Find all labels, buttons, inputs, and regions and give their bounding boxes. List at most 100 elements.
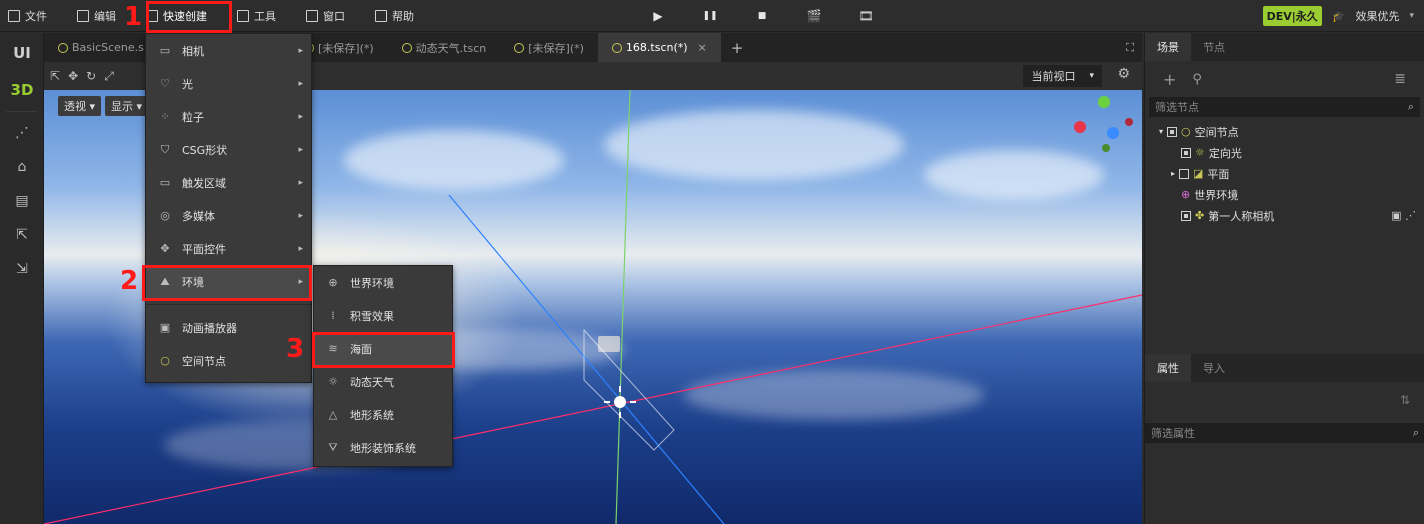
film-icon: ▣ bbox=[159, 321, 171, 334]
menu-item-light[interactable]: ♡ 光 ▸ bbox=[146, 67, 311, 100]
fullscreen-icon[interactable]: ⛶ bbox=[1126, 41, 1142, 55]
3d-mode-button[interactable]: 3D bbox=[0, 73, 44, 107]
tab-dynamic-weather[interactable]: 动态天气.tscn bbox=[388, 33, 501, 62]
dev-badge[interactable]: DEV|永久 bbox=[1262, 6, 1322, 26]
export-icon[interactable]: ⇱ bbox=[0, 218, 44, 252]
light-gizmo[interactable] bbox=[614, 396, 626, 408]
menu-edit[interactable]: 编辑 bbox=[69, 0, 124, 32]
perspective-button[interactable]: 透视 ▾ bbox=[58, 96, 102, 116]
menu-tools[interactable]: 工具 bbox=[229, 0, 284, 32]
select-icon[interactable]: ⇱ bbox=[50, 69, 60, 83]
tab-import[interactable]: 导入 bbox=[1191, 354, 1237, 382]
play-scene-button[interactable]: 🎬 bbox=[788, 0, 840, 32]
close-icon[interactable]: × bbox=[698, 41, 707, 54]
tab-label: 168.tscn(*) bbox=[625, 41, 688, 54]
submenu-item-snow[interactable]: ⁞ 积雪效果 bbox=[314, 299, 452, 332]
search-icon[interactable]: ⌕ bbox=[1408, 100, 1414, 114]
menu-file[interactable]: 文件 bbox=[0, 0, 55, 32]
menu-item-environment[interactable]: ⛰ 环境 ▸ bbox=[146, 265, 311, 298]
menu-window[interactable]: 窗口 bbox=[298, 0, 353, 32]
neg-x-gizmo[interactable] bbox=[1125, 118, 1133, 126]
tree-item-directional-light[interactable]: ☼ 定向光 bbox=[1145, 142, 1424, 163]
property-filter[interactable]: 筛选属性 ⌕ bbox=[1145, 423, 1424, 443]
tab-scene[interactable]: 场景 bbox=[1145, 33, 1191, 61]
z-axis-gizmo[interactable] bbox=[1107, 127, 1119, 139]
menu-item-particles[interactable]: ⁘ 粒子 ▸ bbox=[146, 100, 311, 133]
submenu-item-label: 世界环境 bbox=[350, 276, 394, 290]
submenu-item-dynamic-weather[interactable]: ☼ 动态天气 bbox=[314, 365, 452, 398]
visibility-checkbox[interactable] bbox=[1181, 210, 1191, 221]
move-icon[interactable]: ✥ bbox=[68, 69, 78, 83]
chevron-down-icon: ▾ bbox=[1089, 71, 1094, 81]
scale-icon[interactable]: ⤢ bbox=[104, 69, 114, 84]
quality-select[interactable]: 效果优先 bbox=[1355, 8, 1399, 24]
menu-item-label: CSG形状 bbox=[182, 143, 228, 157]
visibility-checkbox[interactable] bbox=[1181, 147, 1191, 158]
visibility-checkbox[interactable] bbox=[1179, 168, 1190, 179]
window-icon bbox=[237, 9, 249, 22]
tree-item-world-env[interactable]: ⊕ 世界环境 bbox=[1145, 184, 1424, 205]
add-node-icon[interactable]: + bbox=[1163, 70, 1176, 89]
list-menu-icon[interactable]: ≣ bbox=[1394, 71, 1406, 87]
rotate-icon[interactable]: ↻ bbox=[86, 69, 96, 83]
scene-tree: ▾ ○ 空间节点 ☼ 定向光 ▸ ◪ 平面 ⊕ 世界环境 ✤ 第一人称相机 ▣ … bbox=[1145, 117, 1424, 226]
menu-item-label: 相机 bbox=[182, 44, 204, 58]
menu-quick-create[interactable]: 快速创建 bbox=[138, 0, 215, 32]
gear-icon[interactable]: ⚙ bbox=[1117, 66, 1130, 82]
node-link-icon[interactable]: ⋰ bbox=[0, 116, 44, 150]
stop-button[interactable]: ■ bbox=[736, 0, 788, 32]
script-icon[interactable]: ▣ ⋰ bbox=[1391, 209, 1424, 222]
search-icon[interactable]: ⌕ bbox=[1413, 426, 1419, 440]
chevron-down-icon[interactable]: ▾ bbox=[1409, 11, 1414, 21]
menu-help[interactable]: 帮助 bbox=[367, 0, 422, 32]
tab-unsaved-2[interactable]: [未保存](*) bbox=[500, 33, 598, 62]
submenu-item-terrain-decor[interactable]: ⛛ 地形装饰系统 bbox=[314, 431, 452, 464]
menu-item-trigger-area[interactable]: ▭ 触发区域 ▸ bbox=[146, 166, 311, 199]
neg-y-gizmo[interactable] bbox=[1102, 144, 1110, 152]
submenu-item-label: 海面 bbox=[350, 342, 372, 356]
submenu-item-ocean[interactable]: ≋ 海面 bbox=[314, 332, 452, 365]
sliders-icon[interactable]: ⇅ bbox=[1400, 393, 1410, 407]
circle-icon bbox=[58, 42, 68, 53]
store-icon[interactable]: ⌂ bbox=[0, 150, 44, 184]
node-filter[interactable]: 筛选节点 ⌕ bbox=[1149, 97, 1420, 117]
import-icon[interactable]: ⇲ bbox=[0, 252, 44, 286]
visibility-checkbox[interactable] bbox=[1167, 126, 1178, 137]
play-custom-button[interactable]: 🎞 bbox=[840, 0, 892, 32]
add-tab-button[interactable]: + bbox=[721, 39, 754, 57]
menu-item-camera[interactable]: ▭ 相机 ▸ bbox=[146, 34, 311, 67]
camera-icon: ▭ bbox=[159, 44, 171, 57]
chevron-right-icon: ▸ bbox=[298, 276, 303, 287]
ui-mode-button[interactable]: UI bbox=[0, 33, 44, 73]
chevron-right-icon: ▸ bbox=[298, 111, 303, 122]
chevron-down-icon[interactable]: ▾ bbox=[1159, 127, 1163, 136]
settings-panel-icon[interactable]: ▤ bbox=[0, 184, 44, 218]
graduation-icon[interactable]: 🎓 bbox=[1332, 10, 1346, 23]
link-icon[interactable]: ⚲ bbox=[1192, 72, 1202, 87]
submenu-item-terrain[interactable]: △ 地形系统 bbox=[314, 398, 452, 431]
tree-item-fp-camera[interactable]: ✤ 第一人称相机 ▣ ⋰ bbox=[1145, 205, 1424, 226]
menu-item-plane-control[interactable]: ✥ 平面控件 ▸ bbox=[146, 232, 311, 265]
x-axis-gizmo[interactable] bbox=[1074, 121, 1086, 133]
tree-item-spatial-node[interactable]: ▾ ○ 空间节点 bbox=[1145, 121, 1424, 142]
pause-button[interactable]: ❚❚ bbox=[684, 0, 736, 32]
play-button[interactable]: ▶ bbox=[632, 0, 684, 32]
y-axis-gizmo[interactable] bbox=[1098, 96, 1110, 108]
menu-item-label: 触发区域 bbox=[182, 176, 226, 190]
tab-168[interactable]: 168.tscn(*) × bbox=[597, 33, 721, 62]
display-button[interactable]: 显示 ▾ bbox=[105, 96, 149, 116]
chevron-right-icon: ▸ bbox=[298, 210, 303, 221]
plane-control-icon: ✥ bbox=[160, 242, 170, 255]
viewport-overlay-buttons: 透视 ▾ 显示 ▾ bbox=[58, 96, 149, 116]
menu-item-label: 光 bbox=[182, 77, 193, 91]
menu-item-multimedia[interactable]: ◎ 多媒体 ▸ bbox=[146, 199, 311, 232]
menu-item-csg[interactable]: ⛉ CSG形状 ▸ bbox=[146, 133, 311, 166]
tree-item-plane[interactable]: ▸ ◪ 平面 bbox=[1145, 163, 1424, 184]
menu-item-label: 动画播放器 bbox=[182, 321, 237, 335]
submenu-item-world-env[interactable]: ⊕ 世界环境 bbox=[314, 266, 452, 299]
circle-icon: ○ bbox=[1181, 125, 1191, 138]
tab-properties[interactable]: 属性 bbox=[1145, 354, 1191, 382]
tab-node[interactable]: 节点 bbox=[1191, 33, 1237, 61]
view-select[interactable]: 当前视口 ▾ bbox=[1023, 65, 1102, 87]
chevron-right-icon[interactable]: ▸ bbox=[1171, 169, 1175, 178]
